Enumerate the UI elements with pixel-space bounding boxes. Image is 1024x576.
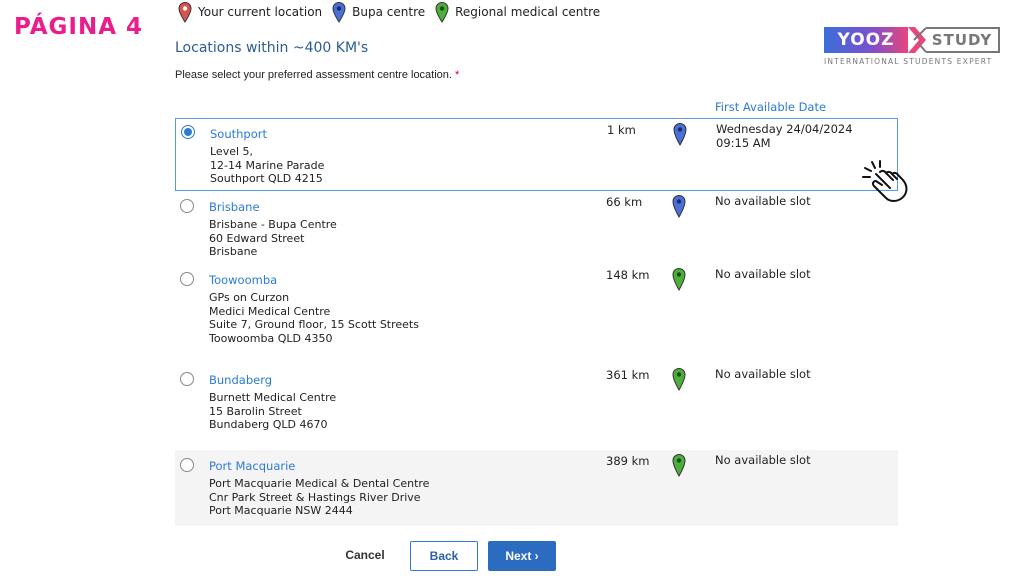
- location-radio-bundaberg[interactable]: [180, 372, 194, 386]
- location-distance: 389 km: [606, 454, 650, 468]
- location-row-port-macquarie[interactable]: Port Macquarie Port Macquarie Medical & …: [175, 450, 898, 526]
- back-button[interactable]: Back: [410, 541, 478, 571]
- blue-pin-icon: [672, 195, 686, 218]
- page-label: PÁGINA 4: [14, 14, 144, 40]
- location-list: Southport Level 5, 12-14 Marine Parade S…: [175, 118, 898, 526]
- red-pin-icon: [178, 2, 192, 23]
- cancel-button[interactable]: Cancel: [336, 541, 394, 569]
- address-line: 15 Barolin Street: [209, 404, 302, 418]
- location-address: Burnett Medical Centre 15 Barolin Street…: [209, 391, 336, 432]
- location-address: Brisbane - Bupa Centre 60 Edward Street …: [209, 218, 337, 259]
- location-name[interactable]: Bundaberg: [209, 373, 272, 387]
- green-pin-icon: [672, 268, 686, 291]
- availability-date: Wednesday 24/04/2024: [716, 122, 853, 136]
- location-name[interactable]: Toowoomba: [209, 273, 277, 287]
- address-line: Suite 7, Ground floor, 15 Scott Streets: [209, 318, 419, 331]
- logo-yooz: YOOZ: [824, 27, 908, 53]
- logo-x-mark: [908, 27, 927, 53]
- location-radio-brisbane[interactable]: [180, 199, 194, 213]
- blue-pin-icon: [673, 123, 687, 146]
- location-row-southport[interactable]: Southport Level 5, 12-14 Marine Parade S…: [175, 118, 898, 191]
- address-line: GPs on Curzon: [209, 291, 290, 304]
- location-address: Port Macquarie Medical & Dental Centre C…: [209, 477, 429, 518]
- location-address: GPs on Curzon Medici Medical Centre Suit…: [209, 291, 419, 345]
- location-row-toowoomba[interactable]: Toowoomba GPs on Curzon Medici Medical C…: [175, 264, 898, 364]
- location-distance: 361 km: [606, 368, 650, 382]
- location-name[interactable]: Port Macquarie: [209, 459, 295, 473]
- instruction-text: Please select your preferred assessment …: [175, 69, 459, 81]
- location-name[interactable]: Southport: [210, 127, 267, 141]
- address-line: 12-14 Marine Parade: [210, 158, 325, 172]
- address-line: Toowoomba QLD 4350: [209, 331, 333, 345]
- legend-label: Bupa centre: [352, 5, 426, 19]
- address-line: 60 Edward Street: [209, 231, 305, 245]
- logo-study: STUDY: [926, 27, 1000, 53]
- green-pin-icon: [435, 2, 449, 23]
- pointing-hand-icon: [862, 160, 908, 202]
- address-line: Burnett Medical Centre: [209, 391, 337, 404]
- address-line: Southport QLD 4215: [210, 172, 323, 185]
- availability-status: No available slot: [715, 367, 811, 381]
- legend-item-current-location: Your current location: [178, 1, 322, 23]
- required-mark: *: [455, 69, 460, 81]
- logo-tagline: INTERNATIONAL STUDENTS EXPERT: [824, 57, 993, 66]
- location-distance: 66 km: [606, 195, 643, 209]
- instruction-label: Please select your preferred assessment …: [175, 69, 452, 81]
- address-line: Port Macquarie NSW 2444: [209, 504, 353, 517]
- address-line: Brisbane - Bupa Centre: [209, 218, 337, 231]
- address-line: Cnr Park Street & Hastings River Drive: [209, 490, 421, 504]
- address-line: Medici Medical Centre: [209, 304, 331, 318]
- location-radio-toowoomba[interactable]: [180, 272, 194, 286]
- location-radio-southport[interactable]: [181, 125, 195, 139]
- availability-status: No available slot: [715, 453, 811, 467]
- location-distance: 1 km: [607, 123, 636, 137]
- legend-label: Your current location: [198, 5, 323, 19]
- location-row-brisbane[interactable]: Brisbane Brisbane - Bupa Centre 60 Edwar…: [175, 191, 898, 264]
- green-pin-icon: [672, 454, 686, 477]
- availability: Wednesday 24/04/2024 09:15 AM: [716, 122, 853, 150]
- next-button[interactable]: Next ›: [488, 541, 556, 571]
- location-name[interactable]: Brisbane: [209, 200, 260, 214]
- address-line: Port Macquarie Medical & Dental Centre: [209, 477, 430, 490]
- availability-status: No available slot: [715, 267, 811, 281]
- availability: No available slot: [715, 267, 811, 282]
- legend-item-regional-centre: Regional medical centre: [435, 1, 600, 23]
- availability-time: 09:15 AM: [716, 135, 771, 150]
- location-distance: 148 km: [606, 268, 650, 282]
- location-radio-port-macquarie[interactable]: [180, 458, 194, 472]
- address-line: Brisbane: [209, 245, 258, 258]
- green-pin-icon: [672, 368, 686, 391]
- legend-item-bupa-centre: Bupa centre: [332, 1, 425, 23]
- address-line: Level 5,: [210, 145, 254, 158]
- availability-status: No available slot: [715, 194, 811, 208]
- yooz-study-logo: YOOZ STUDY INTERNATIONAL STUDENTS EXPERT: [824, 27, 1000, 66]
- legend-label: Regional medical centre: [455, 5, 601, 19]
- availability: No available slot: [715, 194, 811, 209]
- section-title: Locations within ~400 KM's: [175, 40, 369, 56]
- blue-pin-icon: [332, 2, 346, 23]
- first-available-date-header: First Available Date: [715, 100, 827, 114]
- location-address: Level 5, 12-14 Marine Parade Southport Q…: [210, 145, 324, 186]
- location-row-bundaberg[interactable]: Bundaberg Burnett Medical Centre 15 Baro…: [175, 364, 898, 450]
- map-legend: Your current location Bupa centre Region…: [178, 0, 610, 24]
- address-line: Bundaberg QLD 4670: [209, 418, 328, 431]
- availability: No available slot: [715, 367, 811, 382]
- availability: No available slot: [715, 453, 811, 468]
